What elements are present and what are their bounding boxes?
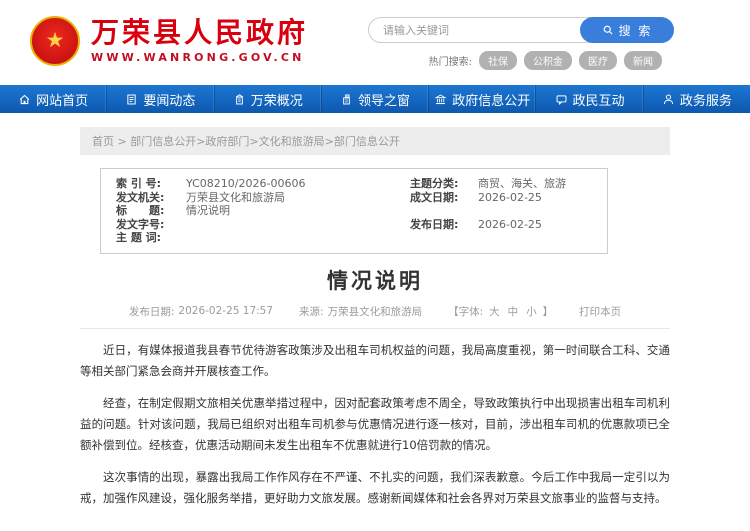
article-title: 情况说明 bbox=[80, 268, 670, 295]
font-size-medium-button[interactable]: 中 bbox=[508, 304, 519, 319]
publish-date-label: 发布日期: bbox=[129, 304, 175, 319]
font-size-small-button[interactable]: 小 bbox=[526, 304, 537, 319]
print-page-link[interactable]: 打印本页 bbox=[579, 304, 621, 319]
doc-publish-date-value: 2026-02-25 bbox=[470, 218, 597, 232]
nav-item-interaction[interactable]: 政民互动 bbox=[536, 85, 643, 113]
doc-index-label: 索 引 号: bbox=[116, 177, 178, 191]
news-icon bbox=[125, 93, 138, 106]
site-name: 万荣县人民政府 bbox=[91, 18, 308, 49]
national-emblem-icon: ★ bbox=[30, 16, 80, 66]
search-button-label: 搜 索 bbox=[619, 22, 653, 39]
doc-agency-label: 发文机关: bbox=[116, 191, 178, 205]
doc-category-value: 商贸、海关、旅游 bbox=[470, 177, 597, 191]
doc-number-value bbox=[178, 218, 410, 232]
doc-meta-table: 索 引 号: YC08210/2026-00606 主题分类: 商贸、海关、旅游… bbox=[100, 168, 608, 254]
nav-label: 政民互动 bbox=[573, 90, 625, 109]
doc-meta-row: 发文机关: 万荣县文化和旅游局 成文日期: 2026-02-25 bbox=[116, 191, 597, 205]
doc-title-value: 情况说明 bbox=[178, 204, 410, 218]
hot-search-tag[interactable]: 社保 bbox=[479, 51, 517, 70]
nav-label: 要闻动态 bbox=[143, 90, 195, 109]
doc-keywords-value bbox=[178, 231, 410, 245]
doc-agency-value: 万荣县文化和旅游局 bbox=[178, 191, 410, 205]
doc-publish-date-label: 发布日期: bbox=[410, 218, 470, 232]
nav-label: 万荣概况 bbox=[251, 90, 303, 109]
article-meta-row: 发布日期: 2026-02-25 17:57 来源: 万荣县文化和旅游局 【字体… bbox=[80, 304, 670, 329]
nav-item-services[interactable]: 政务服务 bbox=[644, 85, 750, 113]
site-url: WWW.WANRONG.GOV.CN bbox=[91, 51, 308, 64]
hot-search-tag[interactable]: 医疗 bbox=[579, 51, 617, 70]
article-paragraph: 近日，有媒体报道我县春节优待游客政策涉及出租车司机权益的问题，我局高度重视，第一… bbox=[80, 340, 670, 382]
doc-written-date-label: 成文日期: bbox=[410, 191, 470, 205]
leadership-icon bbox=[340, 93, 353, 106]
doc-number-label: 发文字号: bbox=[116, 218, 178, 232]
doc-keywords-label: 主 题 词: bbox=[116, 231, 178, 245]
overview-icon bbox=[233, 93, 246, 106]
page: ★ 万荣县人民政府 WWW.WANRONG.GOV.CN 搜 索 热门搜索: 社… bbox=[0, 0, 750, 531]
site-logo[interactable]: ★ 万荣县人民政府 WWW.WANRONG.GOV.CN bbox=[30, 16, 308, 66]
site-header: ★ 万荣县人民政府 WWW.WANRONG.GOV.CN 搜 索 热门搜索: 社… bbox=[0, 0, 750, 85]
doc-empty-label bbox=[410, 231, 470, 245]
hot-search-tag[interactable]: 新闻 bbox=[624, 51, 662, 70]
interaction-icon bbox=[555, 93, 568, 106]
source-label: 来源: bbox=[299, 304, 324, 319]
nav-label: 政务服务 bbox=[680, 90, 732, 109]
doc-title-label: 标 题: bbox=[116, 204, 178, 218]
hot-search-label: 热门搜索: bbox=[429, 53, 472, 68]
doc-empty-value bbox=[470, 231, 597, 245]
doc-meta-row: 索 引 号: YC08210/2026-00606 主题分类: 商贸、海关、旅游 bbox=[116, 177, 597, 191]
doc-meta-row: 发文字号: 发布日期: 2026-02-25 bbox=[116, 218, 597, 232]
font-size-large-button[interactable]: 大 bbox=[489, 304, 500, 319]
font-size-switch: 【字体: 大 中 小 】 bbox=[448, 304, 553, 319]
nav-item-overview[interactable]: 万荣概况 bbox=[215, 85, 322, 113]
article-paragraph: 这次事情的出现，暴露出我局工作作风存在不严谨、不扎实的问题，我们深表歉意。今后工… bbox=[80, 467, 670, 509]
nav-item-gov-info[interactable]: 政府信息公开 bbox=[429, 85, 536, 113]
nav-item-home[interactable]: 网站首页 bbox=[0, 85, 107, 113]
nav-item-news[interactable]: 要闻动态 bbox=[107, 85, 214, 113]
doc-index-value: YC08210/2026-00606 bbox=[178, 177, 410, 191]
nav-label: 网站首页 bbox=[36, 90, 88, 109]
publish-date-value: 2026-02-25 17:57 bbox=[178, 305, 273, 317]
search-area: 搜 索 热门搜索: 社保 公积金 医疗 新闻 bbox=[368, 17, 674, 70]
hot-search-row: 热门搜索: 社保 公积金 医疗 新闻 bbox=[368, 51, 674, 70]
doc-meta-row: 主 题 词: bbox=[116, 231, 597, 245]
font-switch-prefix: 【字体: bbox=[448, 304, 483, 319]
doc-category-label: 主题分类: bbox=[410, 177, 470, 191]
nav-item-leadership[interactable]: 领导之窗 bbox=[322, 85, 429, 113]
article-paragraph: 经查，在制定假期文旅相关优惠举措过程中，因对配套政策考虑不周全，导致政策执行中出… bbox=[80, 393, 670, 456]
doc-meta-row: 标 题: 情况说明 bbox=[116, 204, 597, 218]
nav-label: 领导之窗 bbox=[358, 90, 410, 109]
doc-empty-label bbox=[410, 204, 470, 218]
nav-label: 政府信息公开 bbox=[452, 90, 530, 109]
gov-info-icon bbox=[434, 93, 447, 106]
main-nav: 网站首页 要闻动态 万荣概况 领导之窗 政府信息公开 政民互动 政务服务 bbox=[0, 85, 750, 113]
font-switch-suffix: 】 bbox=[543, 304, 554, 319]
breadcrumb[interactable]: 首页 > 部门信息公开>政府部门>文化和旅游局>部门信息公开 bbox=[80, 127, 670, 155]
doc-empty-value bbox=[470, 204, 597, 218]
hot-search-tag[interactable]: 公积金 bbox=[524, 51, 572, 70]
service-icon bbox=[662, 93, 675, 106]
home-icon bbox=[18, 93, 31, 106]
search-button[interactable]: 搜 索 bbox=[580, 17, 674, 43]
doc-written-date-value: 2026-02-25 bbox=[470, 191, 597, 205]
search-icon bbox=[602, 24, 614, 36]
content-container: 首页 > 部门信息公开>政府部门>文化和旅游局>部门信息公开 索 引 号: YC… bbox=[80, 127, 670, 509]
article-body: 近日，有媒体报道我县春节优待游客政策涉及出租车司机权益的问题，我局高度重视，第一… bbox=[80, 340, 670, 509]
emblem-star: ★ bbox=[46, 30, 65, 51]
source-value: 万荣县文化和旅游局 bbox=[328, 304, 423, 319]
